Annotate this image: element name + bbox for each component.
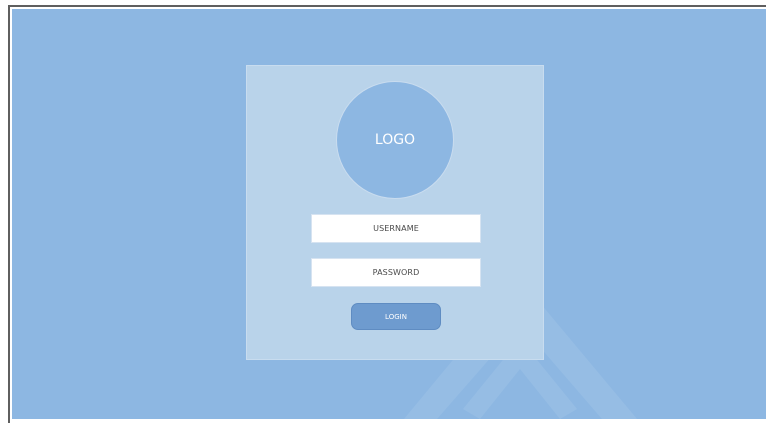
username-field[interactable]: USERNAME: [311, 214, 481, 243]
password-placeholder: PASSWORD: [372, 268, 420, 277]
logo: LOGO: [336, 81, 454, 199]
login-card: LOGO USERNAME PASSWORD LOGIN: [246, 65, 544, 360]
login-button[interactable]: LOGIN: [351, 303, 441, 330]
logo-label: LOGO: [374, 132, 416, 148]
username-placeholder: USERNAME: [373, 224, 419, 233]
mockup-frame: LOGO USERNAME PASSWORD LOGIN: [8, 5, 766, 423]
login-button-label: LOGIN: [385, 312, 407, 321]
login-screen: LOGO USERNAME PASSWORD LOGIN: [12, 9, 766, 419]
password-field[interactable]: PASSWORD: [311, 258, 481, 287]
